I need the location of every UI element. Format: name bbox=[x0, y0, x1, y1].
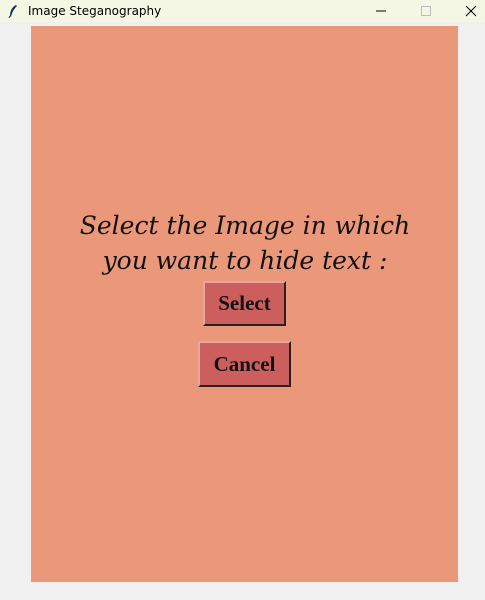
maximize-button[interactable] bbox=[404, 0, 448, 22]
window-title: Image Steganography bbox=[28, 4, 162, 18]
close-icon bbox=[465, 5, 477, 17]
minimize-button[interactable] bbox=[359, 0, 403, 22]
minimize-icon bbox=[376, 10, 386, 12]
prompt-line-2: you want to hide text : bbox=[102, 246, 388, 275]
prompt-text: Select the Image in which you want to hi… bbox=[0, 208, 485, 278]
prompt-line-1: Select the Image in which bbox=[79, 211, 411, 240]
close-button[interactable] bbox=[449, 0, 485, 22]
cancel-button[interactable]: Cancel bbox=[198, 341, 291, 387]
select-button[interactable]: Select bbox=[203, 281, 286, 326]
feather-icon bbox=[4, 2, 22, 20]
maximize-icon bbox=[421, 6, 431, 16]
title-bar: Image Steganography bbox=[0, 0, 485, 22]
